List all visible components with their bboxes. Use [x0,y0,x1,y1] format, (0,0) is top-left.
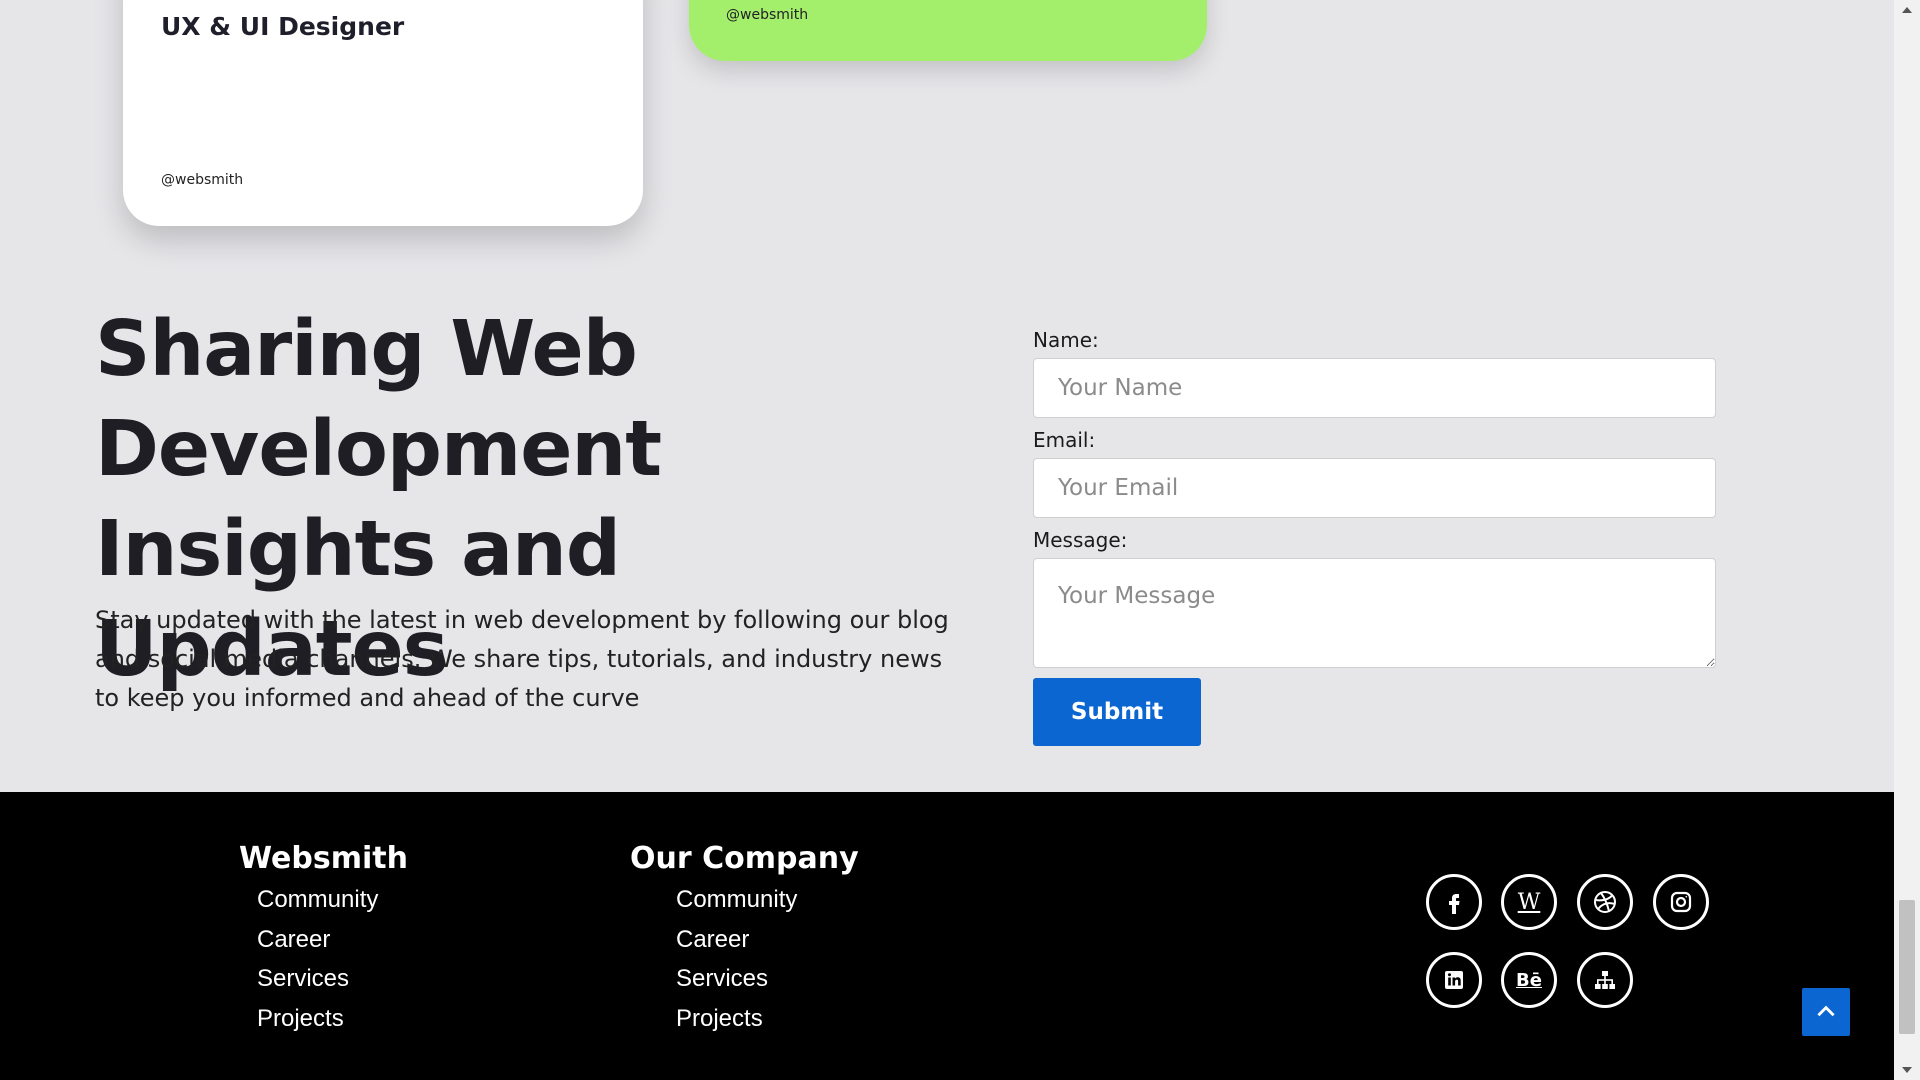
contact-form: Name: Email: Message: Submit [1033,322,1716,746]
submit-button[interactable]: Submit [1033,678,1201,746]
footer: Websmith Community Career Services Proje… [0,792,1894,1080]
dribbble-icon[interactable] [1577,874,1633,930]
scroll-down-arrow-icon[interactable] [1894,1060,1920,1080]
scroll-up-arrow-icon[interactable] [1894,0,1920,20]
footer-link-career[interactable]: Career [257,926,330,953]
message-textarea[interactable] [1033,558,1716,668]
card-handle: @websmith [726,7,809,23]
page: UX & UI Designer @websmith @websmith Sha… [0,0,1894,1080]
green-card[interactable]: @websmith [689,0,1207,61]
chevron-up-icon [1817,1005,1835,1017]
email-input[interactable] [1033,458,1716,518]
footer-link-career[interactable]: Career [676,926,749,953]
name-label: Name: [1033,328,1099,352]
footer-column-title: Websmith [239,841,408,876]
page-scrollbar[interactable] [1894,0,1920,1080]
insights-description: Stay updated with the latest in web deve… [95,606,949,712]
scrollbar-thumb[interactable] [1899,900,1915,1034]
instagram-icon[interactable] [1653,874,1709,930]
footer-link-services[interactable]: Services [257,965,349,992]
footer-link-services[interactable]: Services [676,965,768,992]
wikipedia-icon[interactable]: W [1501,874,1557,930]
facebook-icon[interactable] [1426,874,1482,930]
behance-glyph: Bē [1516,969,1542,991]
card-handle: @websmith [161,172,244,188]
footer-link-projects[interactable]: Projects [257,1005,344,1032]
footer-column-title: Our Company [630,841,859,876]
footer-link-community[interactable]: Community [257,886,378,913]
footer-column-websmith: Websmith Community Career Services Proje… [239,838,408,1038]
email-label: Email: [1033,428,1096,452]
card-role: UX & UI Designer [161,12,405,41]
name-input[interactable] [1033,358,1716,418]
back-to-top-button[interactable] [1802,988,1850,1036]
message-label: Message: [1033,528,1128,552]
footer-column-our-company: Our Company Community Career Services Pr… [630,838,859,1038]
designer-card[interactable]: UX & UI Designer @websmith [123,0,643,226]
footer-link-community[interactable]: Community [676,886,797,913]
linkedin-icon[interactable] [1426,952,1482,1008]
wikipedia-glyph: W [1517,889,1541,915]
sitemap-icon[interactable] [1577,952,1633,1008]
footer-link-projects[interactable]: Projects [676,1005,763,1032]
behance-icon[interactable]: Bē [1501,952,1557,1008]
